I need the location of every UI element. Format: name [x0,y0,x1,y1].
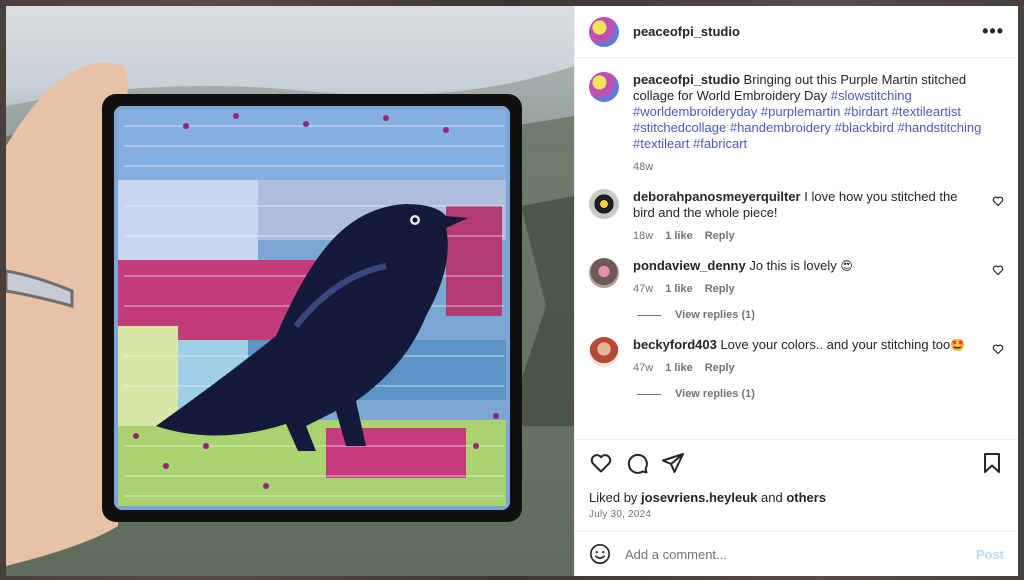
post-image[interactable] [6,6,574,576]
liked-user[interactable]: josevriens.heyleuk [641,490,757,505]
share-icon[interactable] [661,451,685,475]
comment-age[interactable]: 18w [633,228,653,244]
reply-button[interactable]: Reply [705,360,735,376]
commenter-username[interactable]: deborahpanosmeyerquilter [633,189,801,204]
reply-button[interactable]: Reply [705,281,735,297]
view-replies-button[interactable]: View replies (1) [637,309,1004,321]
replies-divider [637,314,661,316]
view-replies-button[interactable]: View replies (1) [637,388,1004,400]
comment-text: Jo this is lovely [749,258,837,273]
reply-button[interactable]: Reply [705,228,735,244]
comment-item: deborahpanosmeyerquilter I love how you … [589,189,1004,244]
action-icons-row [589,440,1004,486]
heart-eyes-emoji: 😍 [840,259,853,273]
comment-text: Love your colors.. and your stitching to… [720,337,951,352]
like-comment-heart-icon[interactable] [992,195,1004,207]
post-header: peaceofpi_studio ••• [575,6,1018,58]
post-date[interactable]: July 30, 2024 [589,509,1004,520]
more-horizontal-icon[interactable]: ••• [982,21,1004,42]
bookmark-icon[interactable] [980,451,1004,475]
liked-prefix: Liked by [589,490,638,505]
comment-age[interactable]: 47w [633,281,653,297]
comment-icon[interactable] [625,451,649,475]
commenter-avatar[interactable] [589,337,619,367]
caption-age[interactable]: 48w [633,159,653,175]
view-replies-label: View replies (1) [675,309,755,321]
comment-likes[interactable]: 1 like [665,228,693,244]
comment-age[interactable]: 47w [633,360,653,376]
comment-likes[interactable]: 1 like [665,281,693,297]
embroidery-photo [6,62,574,576]
comment-likes[interactable]: 1 like [665,360,693,376]
caption-text: peaceofpi_studio Bringing out this Purpl… [633,72,1004,152]
commenter-username[interactable]: pondaview_denny [633,258,746,273]
add-comment-bar: Post [575,531,1018,576]
caption-username[interactable]: peaceofpi_studio [633,72,740,87]
commenter-avatar[interactable] [589,189,619,219]
comment-input[interactable] [625,546,976,562]
author-avatar[interactable] [589,16,619,47]
liked-and: and [761,490,783,505]
caption-avatar[interactable] [589,72,619,102]
liked-others[interactable]: others [786,490,826,505]
replies-divider [637,393,661,395]
caption: peaceofpi_studio Bringing out this Purpl… [589,72,1004,175]
post-button[interactable]: Post [976,547,1004,562]
commenter-avatar[interactable] [589,258,619,288]
caption-meta: 48w [633,159,1004,175]
view-replies-label: View replies (1) [675,388,755,400]
commenter-username[interactable]: beckyford403 [633,337,717,352]
author-username[interactable]: peaceofpi_studio [633,24,982,39]
post-modal: peaceofpi_studio ••• peaceofpi_studio Br… [6,6,1018,576]
like-comment-heart-icon[interactable] [992,264,1004,276]
like-comment-heart-icon[interactable] [992,343,1004,355]
comments-section: peaceofpi_studio Bringing out this Purpl… [575,58,1018,439]
heart-icon[interactable] [589,451,613,475]
post-actions: Liked by josevriens.heyleuk and others J… [575,439,1018,531]
star-struck-emoji: 🤩 [950,338,966,352]
post-panel: peaceofpi_studio ••• peaceofpi_studio Br… [574,6,1018,576]
liked-by: Liked by josevriens.heyleuk and others [589,490,1004,505]
comment-item: beckyford403 Love your colors.. and your… [589,337,1004,376]
comment-item: pondaview_denny Jo this is lovely 😍 47w … [589,258,1004,297]
emoji-icon[interactable] [589,543,611,565]
